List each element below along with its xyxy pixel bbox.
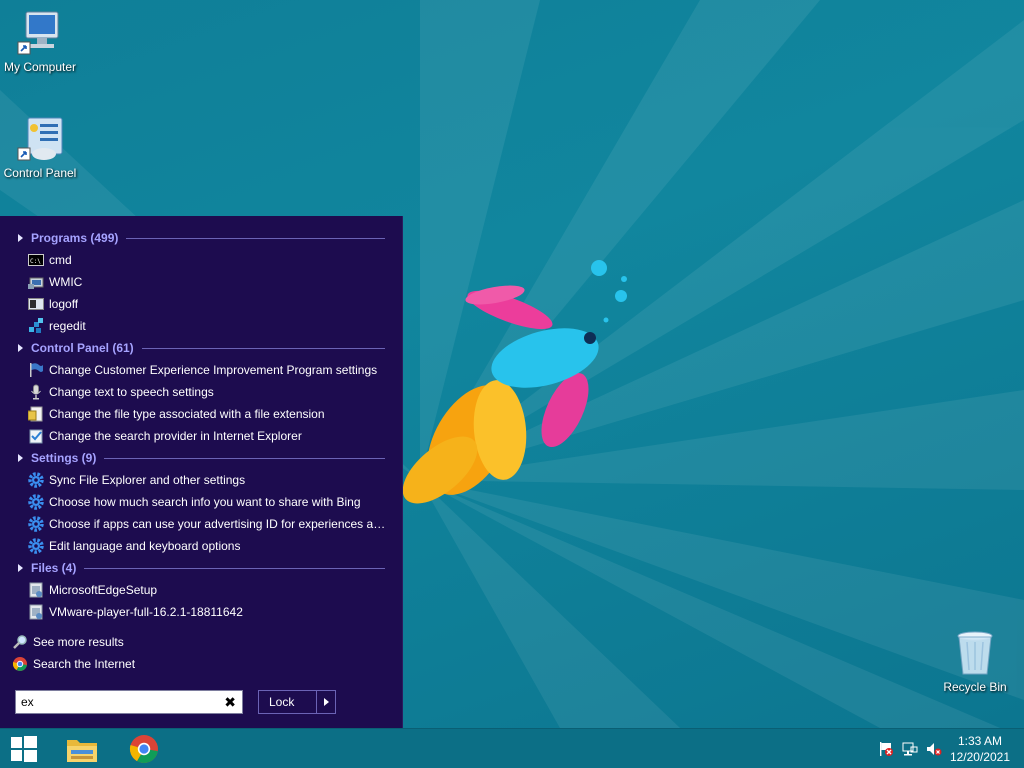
control-panel-item-file-type[interactable]: Change the file type associated with a f… [28,403,388,425]
network-icon[interactable] [902,741,918,757]
checklist-icon [28,428,44,444]
group-title: Control Panel (61) [31,341,134,355]
divider [104,457,385,459]
installer-icon [28,604,44,620]
gear-icon [28,472,44,488]
clock-time: 1:33 AM [957,734,1002,748]
item-label: Sync File Explorer and other settings [49,473,246,487]
desktop-icon-label: Recycle Bin [943,680,1007,694]
control-panel-item-ceip[interactable]: Change Customer Experience Improvement P… [28,359,388,381]
group-title: Programs (499) [31,231,119,245]
expand-arrow-icon [18,454,23,462]
gear-icon [28,516,44,532]
lock-split-button[interactable]: Lock [258,690,336,714]
program-item-regedit[interactable]: regedit [28,315,388,337]
file-item-edge-setup[interactable]: MicrosoftEdgeSetup [28,579,388,601]
chrome-icon [12,656,28,672]
group-header-programs[interactable]: Programs (499) [0,227,403,249]
start-search-box[interactable]: ✖ [15,690,243,714]
settings-item-bing[interactable]: Choose how much search info you want to … [28,491,388,513]
logoff-icon [28,296,44,312]
clock-date: 12/20/2021 [949,750,1010,764]
system-tray: 1:33 AM 12/20/2021 [864,729,1024,768]
group-title: Files (4) [31,561,77,575]
file-explorer-taskbar-button[interactable] [58,729,106,768]
settings-item-advertising-id[interactable]: Choose if apps can use your advertising … [28,513,388,535]
file-type-icon [28,406,44,422]
magnifier-icon [12,634,28,650]
microphone-icon [28,384,44,400]
control-panel-item-tts[interactable]: Change text to speech settings [28,381,388,403]
divider [84,567,385,569]
program-item-cmd[interactable]: C:\ cmd [28,249,388,271]
clear-search-button[interactable]: ✖ [224,694,236,710]
recycle-bin-icon [957,631,993,675]
item-label: VMware-player-full-16.2.1-18811642 [49,605,243,619]
search-input[interactable] [16,692,216,712]
start-button[interactable] [0,729,48,768]
desktop-icon-label: My Computer [3,60,77,74]
program-item-wmic[interactable]: WMIC [28,271,388,293]
see-more-label: See more results [33,635,124,649]
settings-item-language-keyboard[interactable]: Edit language and keyboard options [28,535,388,557]
item-label: Change text to speech settings [49,385,214,399]
clock[interactable]: 1:33 AM 12/20/2021 [950,733,1010,765]
divider [141,347,385,349]
item-label: MicrosoftEdgeSetup [49,583,158,597]
see-more-results-link[interactable]: See more results [12,631,372,653]
taskbar: 1:33 AM 12/20/2021 [0,728,1024,768]
cmd-icon: C:\ [28,252,44,268]
gear-icon [28,538,44,554]
item-label: Change the file type associated with a f… [49,407,325,421]
group-header-control-panel[interactable]: Control Panel (61) [0,337,403,359]
svg-text:C:\: C:\ [30,258,41,265]
lock-button[interactable]: Lock [259,691,317,713]
gear-icon [28,494,44,510]
item-label: Change the search provider in Internet E… [49,429,302,443]
item-label: WMIC [49,275,83,289]
program-item-logoff[interactable]: logoff [28,293,388,315]
group-header-files[interactable]: Files (4) [0,557,403,579]
folder-icon [67,740,97,762]
group-title: Settings (9) [31,451,97,465]
lock-options-arrow-button[interactable] [317,691,335,713]
chrome-taskbar-button[interactable] [120,729,168,768]
regedit-icon [28,318,44,334]
expand-arrow-icon [18,564,23,572]
control-panel-icon [17,117,63,161]
desktop-icon-recycle-bin[interactable]: Recycle Bin [935,630,1015,694]
desktop-icon-my-computer[interactable]: My Computer [0,10,80,74]
flag-icon [28,362,44,378]
item-label: Choose if apps can use your advertising … [49,517,388,531]
installer-icon [28,582,44,598]
expand-arrow-icon [18,344,23,352]
expand-arrow-icon [18,234,23,242]
item-label: Change Customer Experience Improvement P… [49,363,378,377]
volume-muted-icon[interactable] [926,741,942,757]
action-center-flag-icon[interactable] [878,741,894,757]
item-label: Edit language and keyboard options [49,539,241,553]
control-panel-item-search-provider[interactable]: Change the search provider in Internet E… [28,425,388,447]
chrome-icon [129,735,158,763]
item-label: Choose how much search info you want to … [49,495,361,509]
item-label: logoff [49,297,79,311]
item-label: cmd [49,253,72,267]
start-menu: Programs (499) C:\ cmd WMIC logoff reged… [0,216,403,728]
item-label: regedit [49,319,86,333]
search-internet-label: Search the Internet [33,657,136,671]
group-header-settings[interactable]: Settings (9) [0,447,403,469]
computer-icon [17,11,59,55]
wmic-icon [28,274,44,290]
file-item-vmware-player[interactable]: VMware-player-full-16.2.1-18811642 [28,601,388,623]
desktop-icon-control-panel[interactable]: Control Panel [0,116,80,180]
settings-item-sync[interactable]: Sync File Explorer and other settings [28,469,388,491]
search-internet-link[interactable]: Search the Internet [12,653,372,675]
desktop-icon-label: Control Panel [3,166,77,180]
windows-logo-icon [11,736,37,762]
divider [126,237,385,239]
chevron-right-icon [323,698,329,706]
